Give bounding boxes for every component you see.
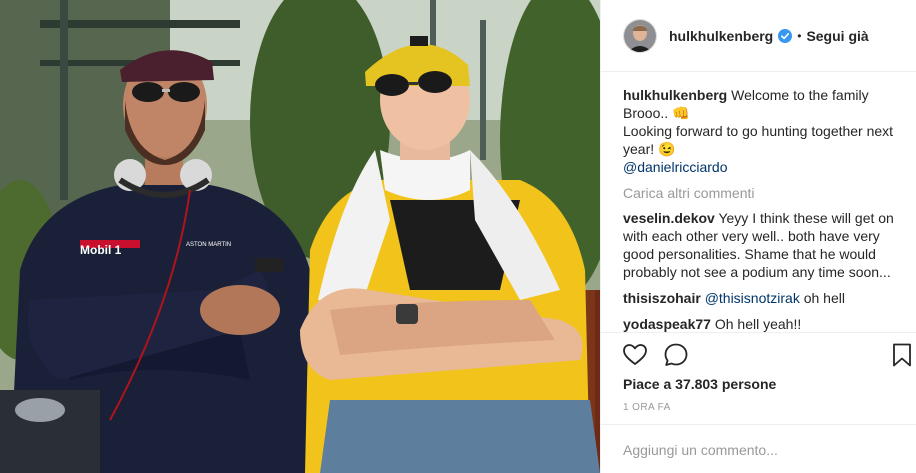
add-comment-input[interactable] (623, 439, 893, 461)
like-heart-icon[interactable] (622, 342, 648, 368)
post-header: hulkhulkenberg • Segui già (601, 0, 916, 72)
comments-section: hulkhulkenberg Welcome to the family Bro… (623, 86, 903, 341)
avatar[interactable] (623, 18, 657, 53)
comment-username[interactable]: veselin.dekov (623, 210, 715, 226)
comment-username[interactable]: thisiszohair (623, 290, 701, 306)
post-photo[interactable]: Mobil 1 ASTON MARTIN (0, 0, 600, 473)
post-side-panel: hulkhulkenberg • Segui già hulkhulkenber… (600, 0, 916, 473)
verified-badge-icon (778, 28, 793, 43)
sponsor-text-aston: ASTON MARTIN (186, 242, 231, 248)
photo-illustration: Mobil 1 ASTON MARTIN (0, 0, 600, 473)
comment-item: veselin.dekov Yeyy I think these will ge… (623, 209, 903, 281)
caption-mention-link[interactable]: @danielricciardo (623, 158, 903, 176)
avatar-image (624, 19, 656, 52)
fist-emoji-icon: 👊 (672, 105, 690, 121)
caption: hulkhulkenberg Welcome to the family Bro… (623, 86, 903, 176)
header-separator: • (797, 28, 802, 43)
save-bookmark-icon[interactable] (889, 342, 915, 368)
following-button[interactable]: Segui già (806, 28, 868, 44)
sponsor-text-mobil: Mobil 1 (80, 243, 122, 257)
comment-text: Oh hell yeah!! (714, 316, 802, 332)
caption-username[interactable]: hulkhulkenberg (623, 87, 727, 103)
likes-count[interactable]: Piace a 37.803 persone (623, 376, 776, 392)
comment-mention-link[interactable]: @thisisnotzirak (705, 290, 800, 306)
post-timestamp[interactable]: 1 ORA FA (623, 402, 671, 413)
comment-item: yodaspeak77 Oh hell yeah!! (623, 315, 903, 333)
wink-emoji-icon: 😉 (658, 141, 676, 157)
header-username[interactable]: hulkhulkenberg (669, 28, 773, 44)
add-comment-bar (601, 424, 916, 473)
comment-text: oh hell (803, 290, 845, 306)
comment-username[interactable]: yodaspeak77 (623, 316, 711, 332)
action-bar (601, 332, 916, 368)
comment-item: thisiszohair @thisisnotzirak oh hell (623, 289, 903, 307)
comment-bubble-icon[interactable] (663, 342, 689, 368)
load-more-comments-link[interactable]: Carica altri commenti (623, 184, 903, 202)
